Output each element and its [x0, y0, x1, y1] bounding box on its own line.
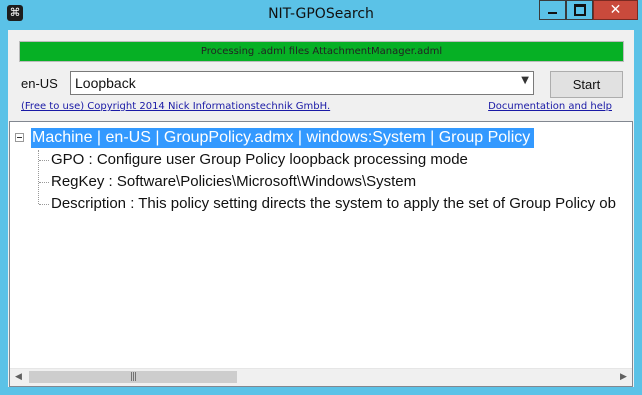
- maximize-button[interactable]: [566, 0, 593, 20]
- tree-connector: [39, 182, 49, 183]
- progress-bar: Processing .adml files AttachmentManager…: [19, 41, 624, 62]
- app-window: ⌘ NIT-GPOSearch ✕ Processing .adml files…: [0, 0, 642, 395]
- search-combobox[interactable]: Loopback ▼: [70, 71, 534, 95]
- documentation-link[interactable]: Documentation and help: [488, 101, 612, 112]
- horizontal-scrollbar[interactable]: ◀ ||| ▶: [10, 368, 632, 386]
- scroll-left-icon[interactable]: ◀: [10, 369, 27, 386]
- grip-icon: |||: [129, 372, 137, 382]
- scroll-right-icon[interactable]: ▶: [615, 369, 632, 386]
- minimize-icon: [548, 12, 557, 14]
- search-input[interactable]: Loopback: [75, 75, 136, 91]
- close-button[interactable]: ✕: [593, 0, 638, 20]
- tree-connector: [39, 160, 49, 161]
- tree-root-node[interactable]: Machine | en-US | GroupPolicy.admx | win…: [31, 128, 535, 148]
- maximize-icon: [573, 4, 586, 16]
- minimize-button[interactable]: [539, 0, 566, 20]
- results-tree[interactable]: Machine | en-US | GroupPolicy.admx | win…: [9, 121, 633, 387]
- tree-node-regkey[interactable]: RegKey : Software\Policies\Microsoft\Win…: [51, 172, 416, 192]
- tree-connector: [39, 204, 49, 205]
- close-icon: ✕: [609, 2, 622, 18]
- language-label: en-US: [21, 76, 58, 91]
- collapse-icon[interactable]: [15, 133, 24, 142]
- progress-status-text: Processing .adml files AttachmentManager…: [200, 46, 443, 57]
- title-bar[interactable]: ⌘ NIT-GPOSearch ✕: [0, 0, 642, 28]
- tree-connector: [38, 150, 39, 204]
- client-area: Processing .adml files AttachmentManager…: [8, 30, 634, 387]
- start-button[interactable]: Start: [550, 71, 623, 98]
- tree-node-gpo[interactable]: GPO : Configure user Group Policy loopba…: [51, 150, 468, 170]
- scrollbar-thumb[interactable]: |||: [29, 371, 237, 383]
- copyright-link[interactable]: (Free to use) Copyright 2014 Nick Inform…: [21, 101, 330, 112]
- tree-node-description[interactable]: Description : This policy setting direct…: [51, 194, 616, 214]
- chevron-down-icon[interactable]: ▼: [521, 75, 529, 86]
